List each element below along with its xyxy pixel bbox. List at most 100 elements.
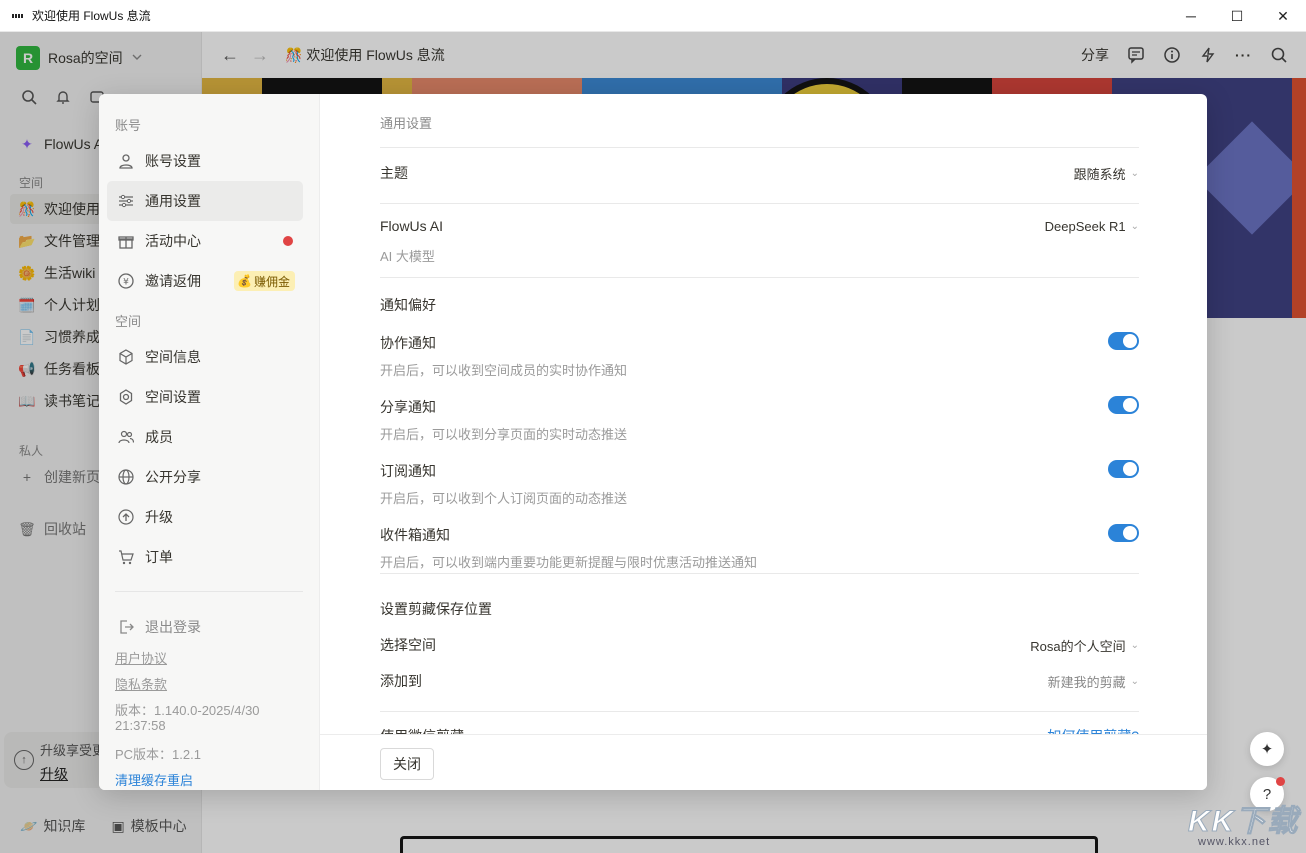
divider	[380, 277, 1139, 278]
notify-desc: 开启后，可以收到个人订阅页面的动态推送	[380, 491, 628, 506]
nav-item-label: 升级	[145, 509, 173, 525]
app-logo-icon	[12, 12, 26, 20]
settings-modal: 账号 账号设置 通用设置 活动中心 ¥ 邀请返佣 💰 赚佣金 空间 空间信息 空间…	[99, 94, 1207, 790]
share-notify-toggle[interactable]	[1108, 396, 1139, 414]
notification-dot	[1276, 777, 1285, 786]
nav-space-info[interactable]: 空间信息	[107, 337, 303, 377]
close-window-button[interactable]: ✕	[1260, 0, 1306, 32]
members-icon	[117, 428, 135, 446]
subscribe-notify-toggle[interactable]	[1108, 460, 1139, 478]
nav-item-label: 通用设置	[145, 193, 201, 209]
logout-icon	[117, 618, 135, 636]
chevron-down-icon: ⌄	[1130, 168, 1139, 179]
add-to-dropdown[interactable]: 新建我的剪藏 ⌄	[1048, 672, 1139, 691]
nav-item-label: 账号设置	[145, 153, 201, 169]
notify-title: 通知偏好	[380, 297, 436, 313]
settings-content: 通用设置 主题 跟随系统 ⌄ FlowUs AI AI 大模型 DeepSeek …	[320, 94, 1207, 734]
window-title: 欢迎使用 FlowUs 息流	[32, 9, 151, 23]
theme-select[interactable]: 跟随系统 ⌄	[1074, 164, 1139, 183]
watermark-text: KK下载	[1187, 805, 1300, 839]
nav-group-space: 空间	[115, 314, 142, 329]
earn-commission-badge: 💰 赚佣金	[234, 271, 295, 291]
yen-icon: ¥	[117, 272, 135, 290]
nav-invite-rebate[interactable]: ¥ 邀请返佣 💰 赚佣金	[107, 261, 303, 301]
chevron-down-icon: ⌄	[1130, 221, 1139, 232]
nav-upgrade[interactable]: 升级	[107, 497, 303, 537]
nav-activity-center[interactable]: 活动中心	[107, 221, 303, 261]
chevron-down-icon: ⌄	[1130, 676, 1139, 687]
select-space-value: Rosa的个人空间	[1030, 639, 1126, 654]
collab-notify-toggle[interactable]	[1108, 332, 1139, 350]
nav-orders[interactable]: 订单	[107, 537, 303, 577]
nav-item-label: 空间信息	[145, 349, 201, 365]
select-space-label: 选择空间	[380, 637, 436, 653]
nav-general-settings[interactable]: 通用设置	[107, 181, 303, 221]
version-time: 21:37:58	[115, 718, 166, 733]
version-text: 版本：1.140.0-2025/4/30	[115, 703, 260, 718]
modal-footer: 关闭	[320, 734, 1207, 790]
nav-account-settings[interactable]: 账号设置	[107, 141, 303, 181]
notify-label: 收件箱通知	[380, 527, 450, 543]
embedded-frame	[400, 836, 1098, 853]
clear-cache-link[interactable]: 清理缓存重启	[115, 770, 193, 789]
window-titlebar: 欢迎使用 FlowUs 息流 ─ ☐ ✕	[0, 0, 1306, 32]
inbox-notify-toggle[interactable]	[1108, 524, 1139, 542]
pc-version-text: PC版本：1.2.1	[115, 747, 201, 762]
ai-model-select[interactable]: DeepSeek R1 ⌄	[1045, 219, 1139, 234]
cart-icon	[117, 548, 135, 566]
theme-value: 跟随系统	[1073, 167, 1126, 182]
user-icon	[117, 152, 135, 170]
add-to-value: 新建我的剪藏	[1047, 675, 1126, 690]
notify-label: 分享通知	[380, 399, 436, 415]
minimize-button[interactable]: ─	[1168, 0, 1214, 32]
divider	[380, 203, 1139, 204]
user-agreement-link[interactable]: 用户协议	[115, 648, 167, 667]
settings-nav: 账号 账号设置 通用设置 活动中心 ¥ 邀请返佣 💰 赚佣金 空间 空间信息 空间…	[99, 94, 320, 790]
logout-label: 退出登录	[145, 619, 201, 635]
notify-label: 订阅通知	[380, 463, 436, 479]
cube-icon	[117, 348, 135, 366]
select-space-dropdown[interactable]: Rosa的个人空间 ⌄	[1030, 636, 1139, 655]
chevron-down-icon: ⌄	[1130, 640, 1139, 651]
how-to-clip-link[interactable]: 如何使用剪藏?	[1047, 726, 1139, 734]
nav-divider	[115, 591, 303, 592]
nav-members[interactable]: 成员	[107, 417, 303, 457]
nav-item-label: 公开分享	[145, 469, 201, 485]
nav-space-settings[interactable]: 空间设置	[107, 377, 303, 417]
ai-model-value: DeepSeek R1	[1044, 219, 1126, 234]
sliders-icon	[117, 192, 135, 210]
notify-desc: 开启后，可以收到端内重要功能更新提醒与限时优惠活动推送通知	[380, 555, 758, 570]
earn-badge-label: 赚佣金	[253, 274, 290, 289]
theme-label: 主题	[380, 165, 408, 181]
content-header: 通用设置	[380, 116, 433, 131]
nav-item-label: 活动中心	[145, 233, 201, 249]
globe-icon	[117, 468, 135, 486]
divider	[380, 573, 1139, 574]
nav-public-share[interactable]: 公开分享	[107, 457, 303, 497]
clip-title: 设置剪藏保存位置	[380, 601, 492, 617]
ai-assistant-button[interactable]: ✦	[1250, 732, 1284, 766]
watermark-url: www.kkx.net	[1198, 836, 1271, 848]
gear-icon	[117, 388, 135, 406]
privacy-link[interactable]: 隐私条款	[115, 674, 167, 693]
nav-item-label: 空间设置	[145, 389, 201, 405]
notify-desc: 开启后，可以收到分享页面的实时动态推送	[380, 427, 628, 442]
gift-icon	[117, 232, 135, 250]
upgrade-icon	[117, 508, 135, 526]
logout-button[interactable]: 退出登录	[107, 607, 303, 647]
notify-desc: 开启后，可以收到空间成员的实时协作通知	[380, 363, 628, 378]
watermark-logo: KK下载 www.kkx.net	[1187, 796, 1306, 853]
nav-group-account: 账号	[115, 118, 142, 133]
unread-dot	[283, 236, 293, 246]
money-bag-icon: 💰	[237, 274, 252, 288]
maximize-button[interactable]: ☐	[1214, 0, 1260, 32]
nav-item-label: 成员	[145, 429, 173, 445]
close-button[interactable]: 关闭	[380, 748, 434, 780]
wechat-clip-label: 使用微信剪藏	[380, 726, 464, 734]
ai-sub: AI 大模型	[380, 249, 435, 264]
ai-label: FlowUs AI	[380, 218, 444, 234]
divider	[380, 147, 1139, 148]
nav-item-label: 订单	[145, 549, 173, 565]
svg-text:¥: ¥	[123, 278, 129, 288]
divider	[380, 711, 1139, 712]
